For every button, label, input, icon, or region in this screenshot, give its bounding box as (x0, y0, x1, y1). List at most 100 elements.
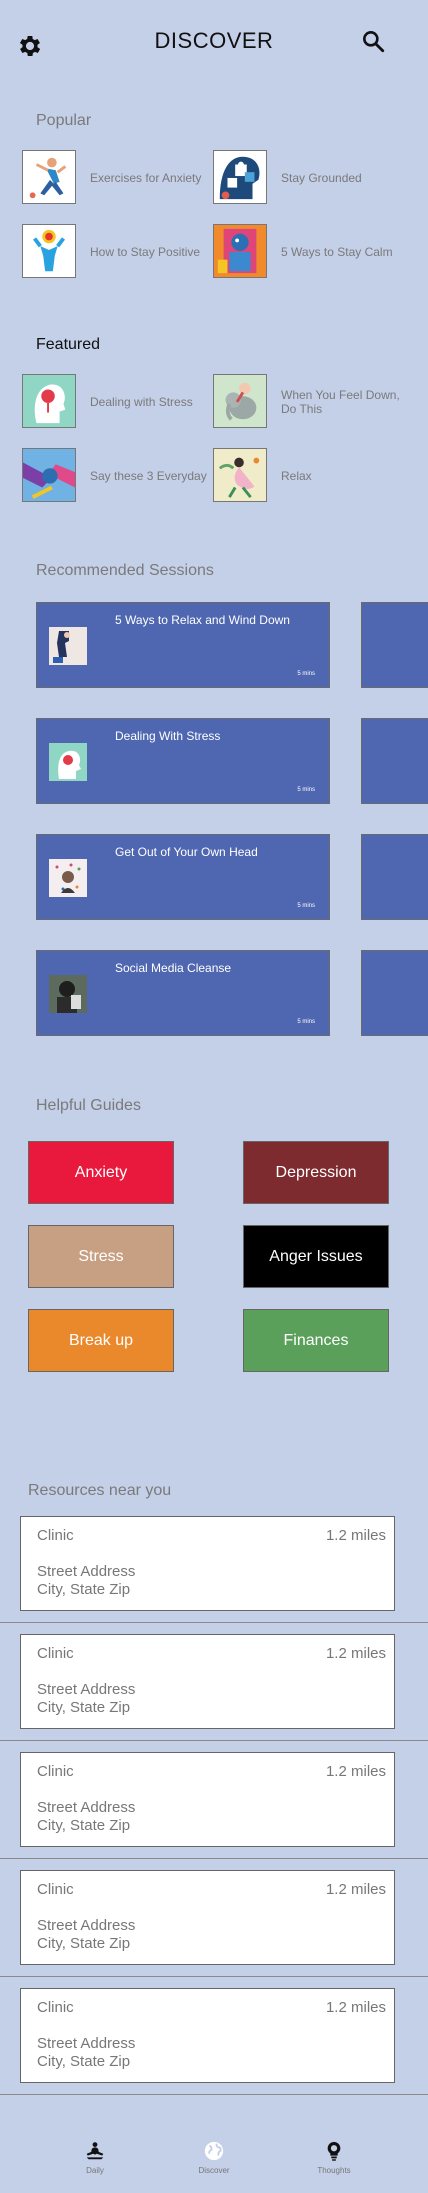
popular-item[interactable]: Stay Grounded (213, 150, 403, 206)
resource-distance: 1.2 miles (325, 1527, 386, 1544)
divider (0, 2094, 428, 2095)
search-icon[interactable] (360, 28, 386, 54)
popular-item-label: Exercises for Anxiety (90, 171, 202, 185)
popular-item-label: 5 Ways to Stay Calm (281, 245, 393, 259)
nav-item-daily[interactable]: Daily (65, 2140, 125, 2175)
globe-icon (204, 2141, 224, 2161)
session-card[interactable]: Social Media Cleanse 5 mins (36, 950, 330, 1036)
resource-distance: 1.2 miles (325, 1763, 386, 1780)
featured-item[interactable]: Say these 3 Everyday (22, 448, 212, 504)
dancer-illustration (213, 448, 267, 502)
nav-label: Thoughts (317, 2166, 351, 2175)
nav-label: Discover (198, 2166, 230, 2175)
session-thumbnail-illustration (49, 627, 87, 665)
session-card[interactable]: Dealing With Stress 5 mins (36, 718, 330, 804)
resource-name: Clinic (37, 1999, 74, 2016)
guide-break-up-button[interactable]: Break up (28, 1309, 174, 1372)
session-title: Dealing With Stress (115, 729, 221, 743)
nav-item-thoughts[interactable]: Thoughts (304, 2140, 364, 2175)
divider (0, 1858, 428, 1859)
session-thumbnail-illustration (49, 859, 87, 897)
sun-figure-illustration (22, 224, 76, 278)
divider (0, 1740, 428, 1741)
session-title: Get Out of Your Own Head (115, 845, 258, 859)
resource-city: City, State Zip (37, 2053, 131, 2070)
featured-item[interactable]: When You Feel Down, Do This (213, 374, 403, 430)
nav-label: Daily (86, 2166, 104, 2175)
featured-item-label: Relax (281, 469, 312, 483)
popular-section-title: Popular (36, 112, 92, 129)
resource-street: Street Address (37, 1563, 136, 1580)
nav-item-discover[interactable]: Discover (184, 2140, 244, 2175)
session-card-next[interactable] (361, 718, 428, 804)
guide-anxiety-button[interactable]: Anxiety (28, 1141, 174, 1204)
featured-item[interactable]: Relax (213, 448, 403, 504)
popular-item-label: How to Stay Positive (90, 245, 201, 259)
session-duration: 5 mins (297, 1019, 315, 1025)
resource-name: Clinic (37, 1645, 74, 1662)
session-card-next[interactable] (361, 950, 428, 1036)
session-title: Social Media Cleanse (115, 961, 232, 975)
session-title: 5 Ways to Relax and Wind Down (115, 613, 290, 627)
resource-card[interactable]: Clinic 1.2 miles Street Address City, Sta… (20, 1870, 395, 1965)
featured-item-label: Say these 3 Everyday (90, 469, 207, 483)
featured-item-label: Dealing with Stress (90, 395, 193, 409)
resource-name: Clinic (37, 1527, 74, 1544)
session-duration: 5 mins (297, 671, 315, 677)
resource-distance: 1.2 miles (325, 1999, 386, 2016)
session-card-next[interactable] (361, 834, 428, 920)
session-card-next[interactable] (361, 602, 428, 688)
head-heart-illustration (22, 374, 76, 428)
resource-street: Street Address (37, 1917, 136, 1934)
resource-distance: 1.2 miles (325, 1881, 386, 1898)
popular-item[interactable]: 5 Ways to Stay Calm (213, 224, 403, 280)
resource-address: Street Address City, State Zip (37, 2035, 135, 2071)
guide-anger-issues-button[interactable]: Anger Issues (243, 1225, 389, 1288)
guide-finances-button[interactable]: Finances (243, 1309, 389, 1372)
featured-item-label: When You Feel Down, Do This (281, 388, 400, 416)
guide-stress-button[interactable]: Stress (28, 1225, 174, 1288)
elephant-illustration (213, 374, 267, 428)
popular-item[interactable]: Exercises for Anxiety (22, 150, 212, 206)
session-card[interactable]: 5 Ways to Relax and Wind Down 5 mins (36, 602, 330, 688)
resource-address: Street Address City, State Zip (37, 1917, 135, 1953)
featured-item[interactable]: Dealing with Stress (22, 374, 212, 430)
resource-distance: 1.2 miles (325, 1645, 386, 1662)
resource-card[interactable]: Clinic 1.2 miles Street Address City, Sta… (20, 1516, 395, 1611)
guides-section-title: Helpful Guides (36, 1097, 141, 1114)
resource-card[interactable]: Clinic 1.2 miles Street Address City, Sta… (20, 1752, 395, 1847)
app-header: DISCOVER (0, 0, 428, 90)
lightbulb-icon (327, 2141, 341, 2161)
resource-address: Street Address City, State Zip (37, 1681, 135, 1717)
resources-section-title: Resources near you (28, 1482, 172, 1499)
popular-item[interactable]: How to Stay Positive (22, 224, 212, 280)
resource-city: City, State Zip (37, 1817, 131, 1834)
hands-illustration (22, 448, 76, 502)
session-thumbnail-illustration (49, 975, 87, 1013)
resource-address: Street Address City, State Zip (37, 1799, 135, 1835)
featured-section-title: Featured (36, 336, 101, 353)
guide-depression-button[interactable]: Depression (243, 1141, 389, 1204)
session-duration: 5 mins (297, 787, 315, 793)
resource-street: Street Address (37, 1681, 136, 1698)
sessions-section-title: Recommended Sessions (36, 562, 214, 579)
resource-card[interactable]: Clinic 1.2 miles Street Address City, Sta… (20, 1634, 395, 1729)
resource-address: Street Address City, State Zip (37, 1563, 135, 1599)
resource-name: Clinic (37, 1763, 74, 1780)
session-duration: 5 mins (297, 903, 315, 909)
session-card[interactable]: Get Out of Your Own Head 5 mins (36, 834, 330, 920)
resource-street: Street Address (37, 2035, 136, 2052)
colorful-figure-illustration (213, 224, 267, 278)
meditation-icon (86, 2142, 104, 2160)
divider (0, 1622, 428, 1623)
session-thumbnail-illustration (49, 743, 87, 781)
resource-city: City, State Zip (37, 1935, 131, 1952)
resource-city: City, State Zip (37, 1699, 131, 1716)
divider (0, 1976, 428, 1977)
resource-city: City, State Zip (37, 1581, 131, 1598)
resource-name: Clinic (37, 1881, 74, 1898)
resource-street: Street Address (37, 1799, 136, 1816)
resource-card[interactable]: Clinic 1.2 miles Street Address City, Sta… (20, 1988, 395, 2083)
runner-illustration (22, 150, 76, 204)
popular-item-label: Stay Grounded (281, 171, 362, 185)
